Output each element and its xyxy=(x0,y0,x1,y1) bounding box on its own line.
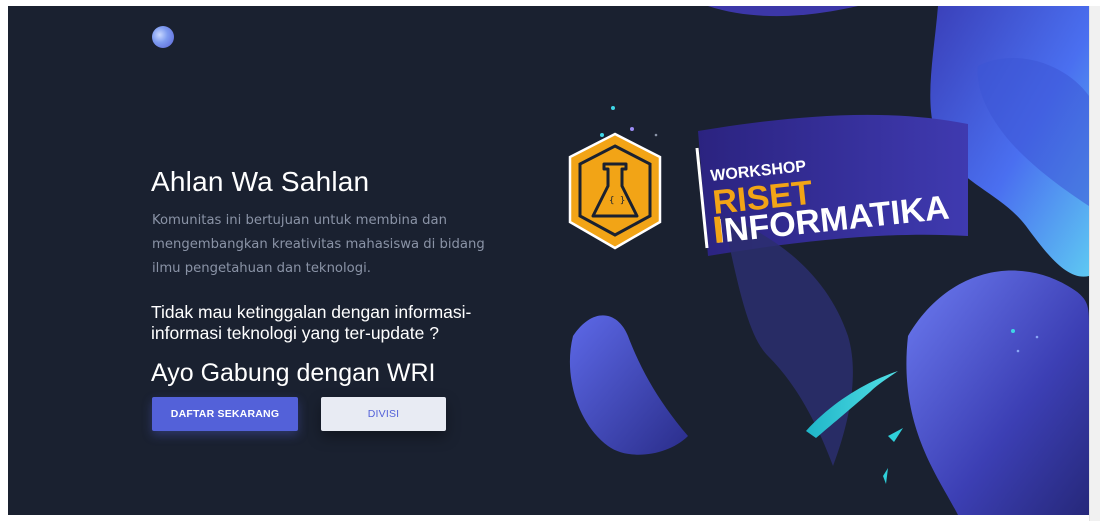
particle xyxy=(611,106,615,110)
left-wave xyxy=(569,315,688,455)
center-shape xyxy=(723,216,853,466)
particle xyxy=(1011,329,1015,333)
hero-question: Tidak mau ketinggalan dengan informasi-i… xyxy=(151,302,472,343)
division-button[interactable]: DIVISI xyxy=(321,397,446,431)
svg-text:{ }: { } xyxy=(609,196,625,206)
site-logo-icon[interactable] xyxy=(152,26,174,48)
flask-icon: { } xyxy=(568,132,662,250)
hero-description: Komunitas ini bertujuan untuk membina da… xyxy=(152,213,485,276)
particle xyxy=(1016,349,1020,353)
scrollbar[interactable] xyxy=(1089,6,1100,521)
page-frame: { } WORKSHOP RISET INFORMATIKA Ahlan Wa … xyxy=(8,6,1089,515)
particle xyxy=(654,133,658,137)
register-button[interactable]: DAFTAR SEKARANG xyxy=(152,397,298,431)
bottom-strip xyxy=(0,515,1089,521)
top-shape xyxy=(708,6,858,17)
particle xyxy=(600,133,604,137)
hero-illustration: { } WORKSHOP RISET INFORMATIKA xyxy=(568,6,1089,515)
teal-accent xyxy=(888,428,903,442)
particle xyxy=(630,127,634,131)
bottom-right-blob xyxy=(906,270,1089,515)
cta-title: Ayo Gabung dengan WRI xyxy=(151,359,436,387)
teal-accent xyxy=(883,468,888,484)
particle xyxy=(1035,335,1039,339)
hero-title: Ahlan Wa Sahlan xyxy=(151,166,370,197)
